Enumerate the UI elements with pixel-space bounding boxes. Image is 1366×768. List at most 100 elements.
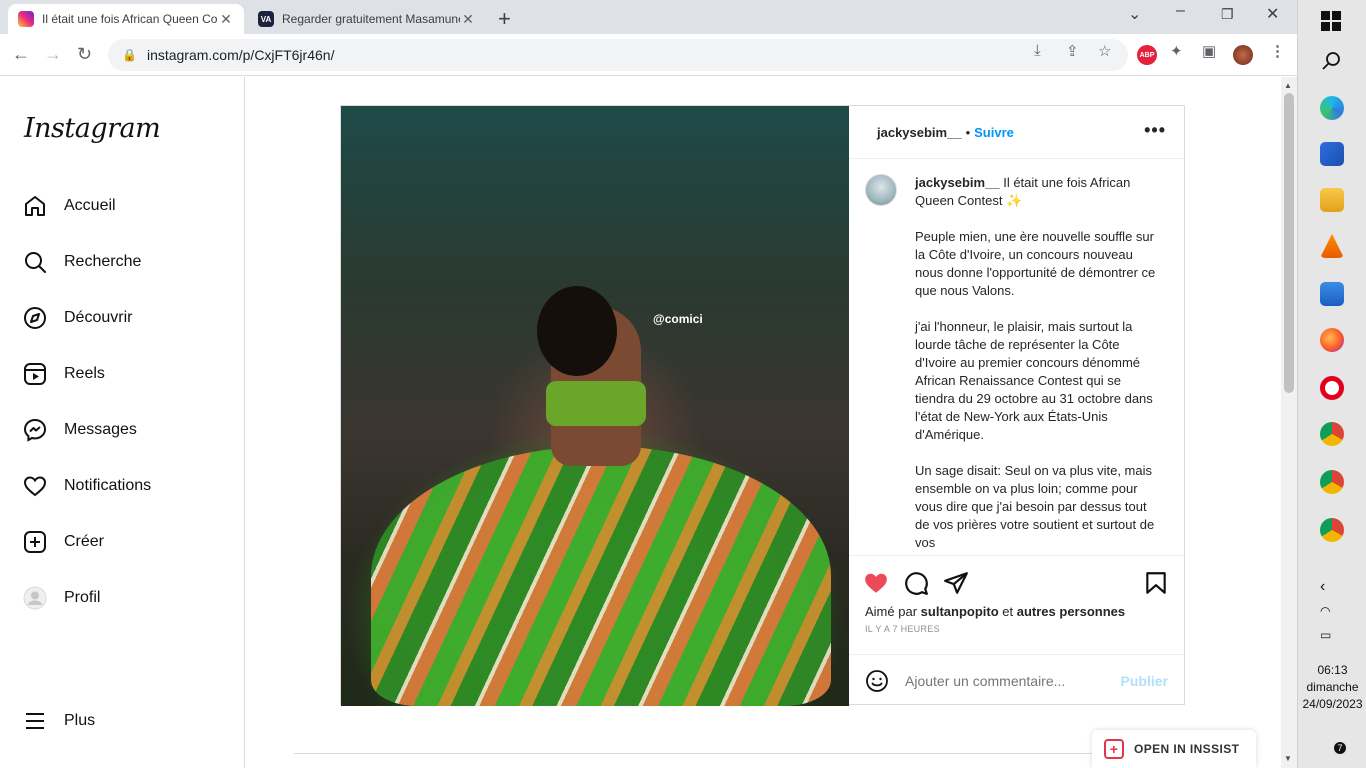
scrollbar-thumb[interactable] — [1284, 93, 1294, 393]
emoji-smiley-icon[interactable] — [865, 669, 889, 693]
liked-prefix: Aimé par — [865, 604, 918, 619]
post-username[interactable]: jackysebim__ — [877, 125, 962, 140]
install-app-icon[interactable]: ⤓ — [1034, 42, 1041, 59]
comment-input[interactable] — [905, 672, 1121, 689]
sidebar-item-label: Profil — [64, 589, 101, 606]
search-icon[interactable] — [1320, 50, 1344, 74]
sidebar-item-messages[interactable]: Messages — [22, 416, 137, 444]
chrome-profile-icon[interactable] — [1320, 470, 1344, 494]
open-in-inssist-button[interactable]: + OPEN IN INSSIST — [1092, 730, 1256, 768]
post-side-panel: jackysebim__ • Suivre ••• jackysebim__ I… — [849, 106, 1184, 706]
liked-user-link[interactable]: sultanpopito — [921, 604, 999, 619]
post-caption: jackysebim__ Il était une fois African Q… — [849, 160, 1184, 555]
notification-count-badge: 7 — [1334, 742, 1346, 754]
scroll-down-arrow-icon[interactable]: ▼ — [1284, 754, 1292, 763]
photo-dress-shape — [371, 446, 831, 706]
sidebar-item-plus[interactable]: Plus — [22, 707, 95, 735]
firefox-icon[interactable] — [1320, 328, 1344, 352]
compass-icon — [22, 305, 48, 331]
close-tab-icon[interactable]: ✕ — [460, 11, 476, 28]
sidebar-item-recherche[interactable]: Recherche — [22, 248, 141, 276]
minimize-button[interactable]: – — [1176, 2, 1185, 20]
heart-icon — [22, 473, 48, 499]
adblock-plus-icon[interactable]: ABP — [1137, 45, 1157, 65]
taskbar-clock[interactable]: 06:13 dimanche 24/09/2023 — [1298, 662, 1366, 713]
caption-first-line: jackysebim__ Il était une fois African Q… — [915, 174, 1160, 210]
file-explorer-icon[interactable] — [1320, 188, 1344, 212]
chrome-guest-icon[interactable] — [1320, 518, 1344, 542]
tab-masamune[interactable]: VA Regarder gratuitement Masamune ✕ — [248, 4, 486, 34]
inssist-plus-icon: + — [1104, 739, 1124, 759]
sidebar-item-notifications[interactable]: Notifications — [22, 472, 151, 500]
close-window-button[interactable]: ✕ — [1266, 4, 1279, 24]
tab-title: Il était une fois African Queen Contest — [42, 12, 218, 26]
menu-kebab-icon[interactable]: ⋮ — [1270, 42, 1285, 60]
clock-date: 24/09/2023 — [1302, 697, 1363, 711]
battery-icon[interactable]: ▭ — [1320, 628, 1344, 652]
side-panel-icon[interactable]: ▣ — [1202, 42, 1216, 60]
chrome-icon[interactable] — [1320, 422, 1344, 446]
liked-others-link[interactable]: autres personnes — [1017, 604, 1125, 619]
tab-title: Regarder gratuitement Masamune — [282, 12, 460, 26]
forward-button[interactable]: → — [44, 44, 62, 65]
author-avatar[interactable] — [865, 174, 897, 206]
caption-paragraph: Un sage disait: Seul on va plus vite, ma… — [915, 463, 1155, 550]
hamburger-menu-icon — [22, 708, 48, 734]
avatar-icon — [22, 585, 48, 611]
sidebar-item-label: Recherche — [64, 253, 142, 270]
tab-instagram-post[interactable]: Il était une fois African Queen Contest … — [8, 4, 244, 34]
photo-hair-shape — [537, 286, 617, 376]
browser-toolbar: ← → ↻ 🔒 instagram.com/p/CxjFT6jr46n/ ⤓ ⇪… — [0, 34, 1297, 76]
microsoft-store-icon[interactable] — [1320, 142, 1344, 166]
tab-search-chevron-icon[interactable]: ⌄ — [1128, 4, 1141, 24]
publish-button[interactable]: Publier — [1121, 673, 1168, 689]
save-bookmark-icon[interactable] — [1143, 570, 1169, 596]
back-button[interactable]: ← — [12, 44, 30, 65]
comment-bubble-icon[interactable] — [903, 570, 929, 596]
like-heart-icon[interactable] — [863, 570, 889, 596]
vlc-icon[interactable] — [1320, 234, 1344, 258]
edge-browser-icon[interactable] — [1320, 96, 1344, 120]
new-tab-button[interactable]: + — [498, 6, 511, 32]
mail-icon[interactable] — [1320, 282, 1344, 306]
notification-center-icon[interactable]: 7 — [1320, 730, 1346, 754]
close-tab-icon[interactable]: ✕ — [218, 11, 234, 28]
instagram-favicon-icon — [18, 11, 34, 27]
post-timestamp[interactable]: IL Y A 7 HEURES — [865, 624, 940, 634]
bookmark-star-icon[interactable]: ☆ — [1098, 42, 1111, 60]
extensions-puzzle-icon[interactable]: ✦ — [1170, 42, 1183, 60]
sidebar-item-accueil[interactable]: Accueil — [22, 192, 116, 220]
share-icon[interactable]: ⇪ — [1066, 42, 1079, 60]
opera-icon[interactable] — [1320, 376, 1344, 400]
inssist-label: OPEN IN INSSIST — [1134, 742, 1240, 756]
maximize-button[interactable]: ❐ — [1221, 6, 1234, 23]
sparkle-icon: ✨ — [1006, 193, 1023, 208]
reload-button[interactable]: ↻ — [77, 44, 92, 65]
sidebar-item-label: Créer — [64, 533, 105, 550]
sidebar-item-decouvrir[interactable]: Découvrir — [22, 304, 132, 332]
share-paper-plane-icon[interactable] — [943, 570, 969, 596]
instagram-sidebar: Instagram Accueil Recherche Découvrir Re… — [0, 77, 245, 768]
post-photo[interactable]: @comici — [341, 106, 849, 706]
show-hidden-icons-chevron-icon[interactable]: ‹ — [1320, 578, 1344, 602]
scroll-up-arrow-icon[interactable]: ▲ — [1284, 81, 1292, 90]
instagram-logo[interactable]: Instagram — [24, 113, 161, 144]
sidebar-item-creer[interactable]: Créer — [22, 528, 104, 556]
windows-start-icon[interactable] — [1320, 10, 1344, 34]
sidebar-item-label: Reels — [64, 365, 105, 382]
follow-button[interactable]: Suivre — [974, 125, 1014, 140]
more-options-icon[interactable]: ••• — [1144, 120, 1166, 141]
wifi-icon[interactable]: ◠ — [1320, 604, 1344, 628]
profile-avatar-icon[interactable] — [1233, 45, 1253, 65]
liked-and: et — [1002, 604, 1014, 619]
page-scrollbar[interactable]: ▲ ▼ — [1281, 77, 1297, 768]
clock-day: dimanche — [1306, 680, 1359, 694]
sidebar-item-profil[interactable]: Profil — [22, 584, 100, 612]
caption-username[interactable]: jackysebim__ — [915, 175, 1000, 190]
address-bar[interactable]: 🔒 instagram.com/p/CxjFT6jr46n/ — [108, 39, 1128, 71]
sidebar-item-reels[interactable]: Reels — [22, 360, 105, 388]
comment-bar: Publier — [849, 654, 1184, 706]
search-icon — [22, 249, 48, 275]
windows-taskbar: ‹ ◠ ▭ 06:13 dimanche 24/09/2023 7 — [1297, 0, 1366, 768]
main-content: @comici jackysebim__ • Suivre ••• jackys… — [246, 77, 1280, 768]
